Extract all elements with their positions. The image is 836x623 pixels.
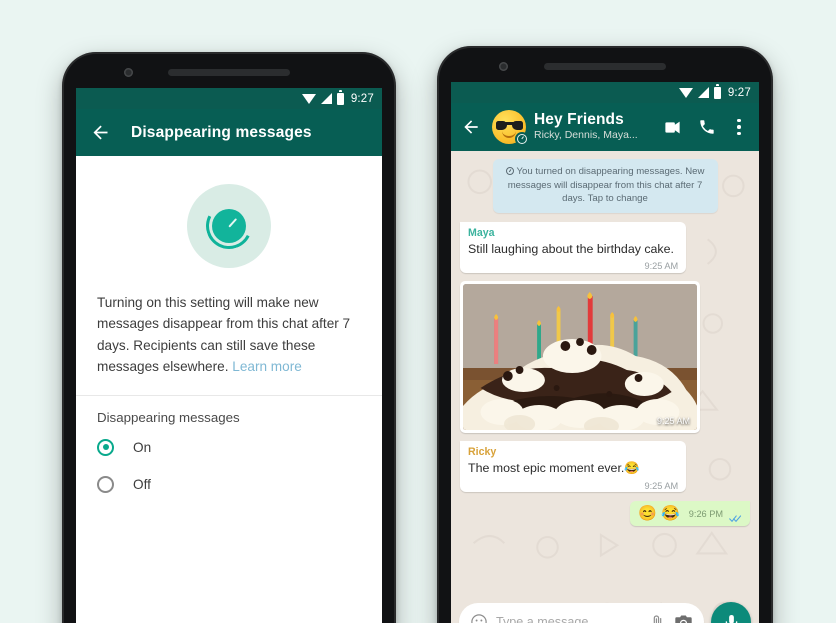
voice-call-icon[interactable]	[698, 118, 717, 137]
message-row-outgoing: 😊 😂 9:26 PM	[460, 501, 750, 527]
message-input-bar: Type a message...	[451, 600, 759, 623]
paperclip-icon[interactable]	[649, 613, 666, 623]
back-arrow-icon[interactable]	[461, 117, 482, 138]
front-camera-icon	[124, 68, 133, 77]
signal-icon	[697, 87, 709, 98]
message-time: 9:25 AM	[644, 261, 679, 272]
message-bubble-outgoing[interactable]: 😊 😂 9:26 PM	[630, 501, 750, 527]
left-screen: 9:27 Disappearing messages Turning on th…	[76, 88, 382, 623]
phone-right: 9:27 Hey Friends Ricky, Dennis, Maya...	[437, 46, 773, 623]
chat-message-list[interactable]: You turned on disappearing messages. New…	[451, 151, 759, 623]
message-row-incoming: Ricky The most epic moment ever.😂 9:25 AM	[460, 441, 750, 493]
wifi-icon	[678, 87, 693, 98]
radio-label-off: Off	[133, 476, 151, 492]
status-time: 9:27	[727, 86, 751, 99]
radio-button-on[interactable]	[97, 438, 114, 456]
message-text: Still laughing about the birthday cake. 9…	[468, 242, 679, 272]
chat-actions	[663, 118, 749, 137]
message-input-placeholder[interactable]: Type a message...	[496, 615, 641, 623]
smiley-icon[interactable]	[470, 613, 488, 623]
message-sender: Ricky	[468, 446, 497, 459]
emoji-2: 😂	[661, 505, 680, 523]
signal-icon	[320, 93, 332, 104]
settings-description: Turning on this setting will make new me…	[76, 292, 382, 378]
chat-app-bar: Hey Friends Ricky, Dennis, Maya...	[451, 103, 759, 151]
hero-illustration	[76, 156, 382, 292]
front-camera-icon	[499, 62, 508, 71]
right-screen: 9:27 Hey Friends Ricky, Dennis, Maya...	[451, 82, 759, 623]
microphone-icon	[725, 614, 737, 623]
learn-more-link[interactable]: Learn more	[232, 359, 302, 374]
message-text: The most epic moment ever.😂 9:25 AM	[468, 461, 679, 491]
birthday-cake-photo[interactable]: 9:25 AM	[463, 284, 697, 431]
message-row-incoming: Maya Still laughing about the birthday c…	[460, 221, 750, 274]
message-bubble-ricky[interactable]: Ricky The most epic moment ever.😂 9:25 AM	[460, 441, 687, 493]
message-bubble-photo[interactable]: 9:25 AM	[460, 281, 700, 434]
chat-titles[interactable]: Hey Friends Ricky, Dennis, Maya...	[534, 111, 663, 143]
messages-container: You turned on disappearing messages. New…	[451, 151, 759, 623]
battery-icon	[336, 90, 344, 105]
video-call-icon[interactable]	[663, 118, 682, 137]
timer-icon	[505, 167, 514, 175]
radio-option-on[interactable]: On	[76, 429, 382, 466]
system-message-text: You turned on disappearing messages. New…	[507, 166, 705, 205]
left-app-bar: Disappearing messages	[76, 109, 382, 156]
radio-option-off[interactable]: Off	[76, 466, 382, 503]
earpiece-speaker	[544, 63, 666, 70]
overflow-menu-icon[interactable]	[733, 118, 745, 136]
battery-icon	[713, 84, 721, 99]
section-label: Disappearing messages	[97, 409, 240, 425]
message-time: 9:26 PM	[688, 508, 723, 519]
phone-top-bezel	[62, 52, 396, 88]
microphone-button[interactable]	[711, 602, 751, 623]
back-arrow-icon[interactable]	[90, 122, 111, 143]
avatar[interactable]	[492, 110, 529, 146]
photo-time: 9:25 AM	[656, 416, 690, 427]
disappearing-timer-badge-icon	[515, 132, 529, 146]
message-sender: Maya	[468, 226, 495, 239]
status-time: 9:27	[350, 92, 374, 105]
system-message[interactable]: You turned on disappearing messages. New…	[492, 159, 718, 213]
wifi-icon	[301, 93, 316, 104]
page-title: Disappearing messages	[131, 123, 312, 141]
radio-label-on: On	[133, 439, 152, 455]
settings-content: Turning on this setting will make new me…	[76, 156, 382, 623]
message-input-pill[interactable]: Type a message...	[459, 603, 704, 623]
chat-participants: Ricky, Dennis, Maya...	[534, 129, 638, 142]
read-receipt-icon	[729, 510, 742, 523]
radio-button-off[interactable]	[97, 475, 114, 493]
right-status-bar: 9:27	[451, 82, 759, 103]
phone-top-bezel	[437, 46, 773, 82]
left-status-bar: 9:27	[76, 88, 382, 109]
chat-name: Hey Friends	[534, 111, 624, 128]
message-time: 9:25 AM	[644, 480, 679, 491]
message-bubble-maya[interactable]: Maya Still laughing about the birthday c…	[460, 221, 687, 274]
phone-left: 9:27 Disappearing messages Turning on th…	[62, 52, 396, 623]
description-text: Turning on this setting will make new me…	[97, 295, 351, 375]
camera-icon[interactable]	[674, 614, 693, 623]
emoji-1: 😊	[638, 505, 658, 523]
earpiece-speaker	[168, 69, 290, 76]
disappearing-timer-icon	[187, 184, 271, 268]
